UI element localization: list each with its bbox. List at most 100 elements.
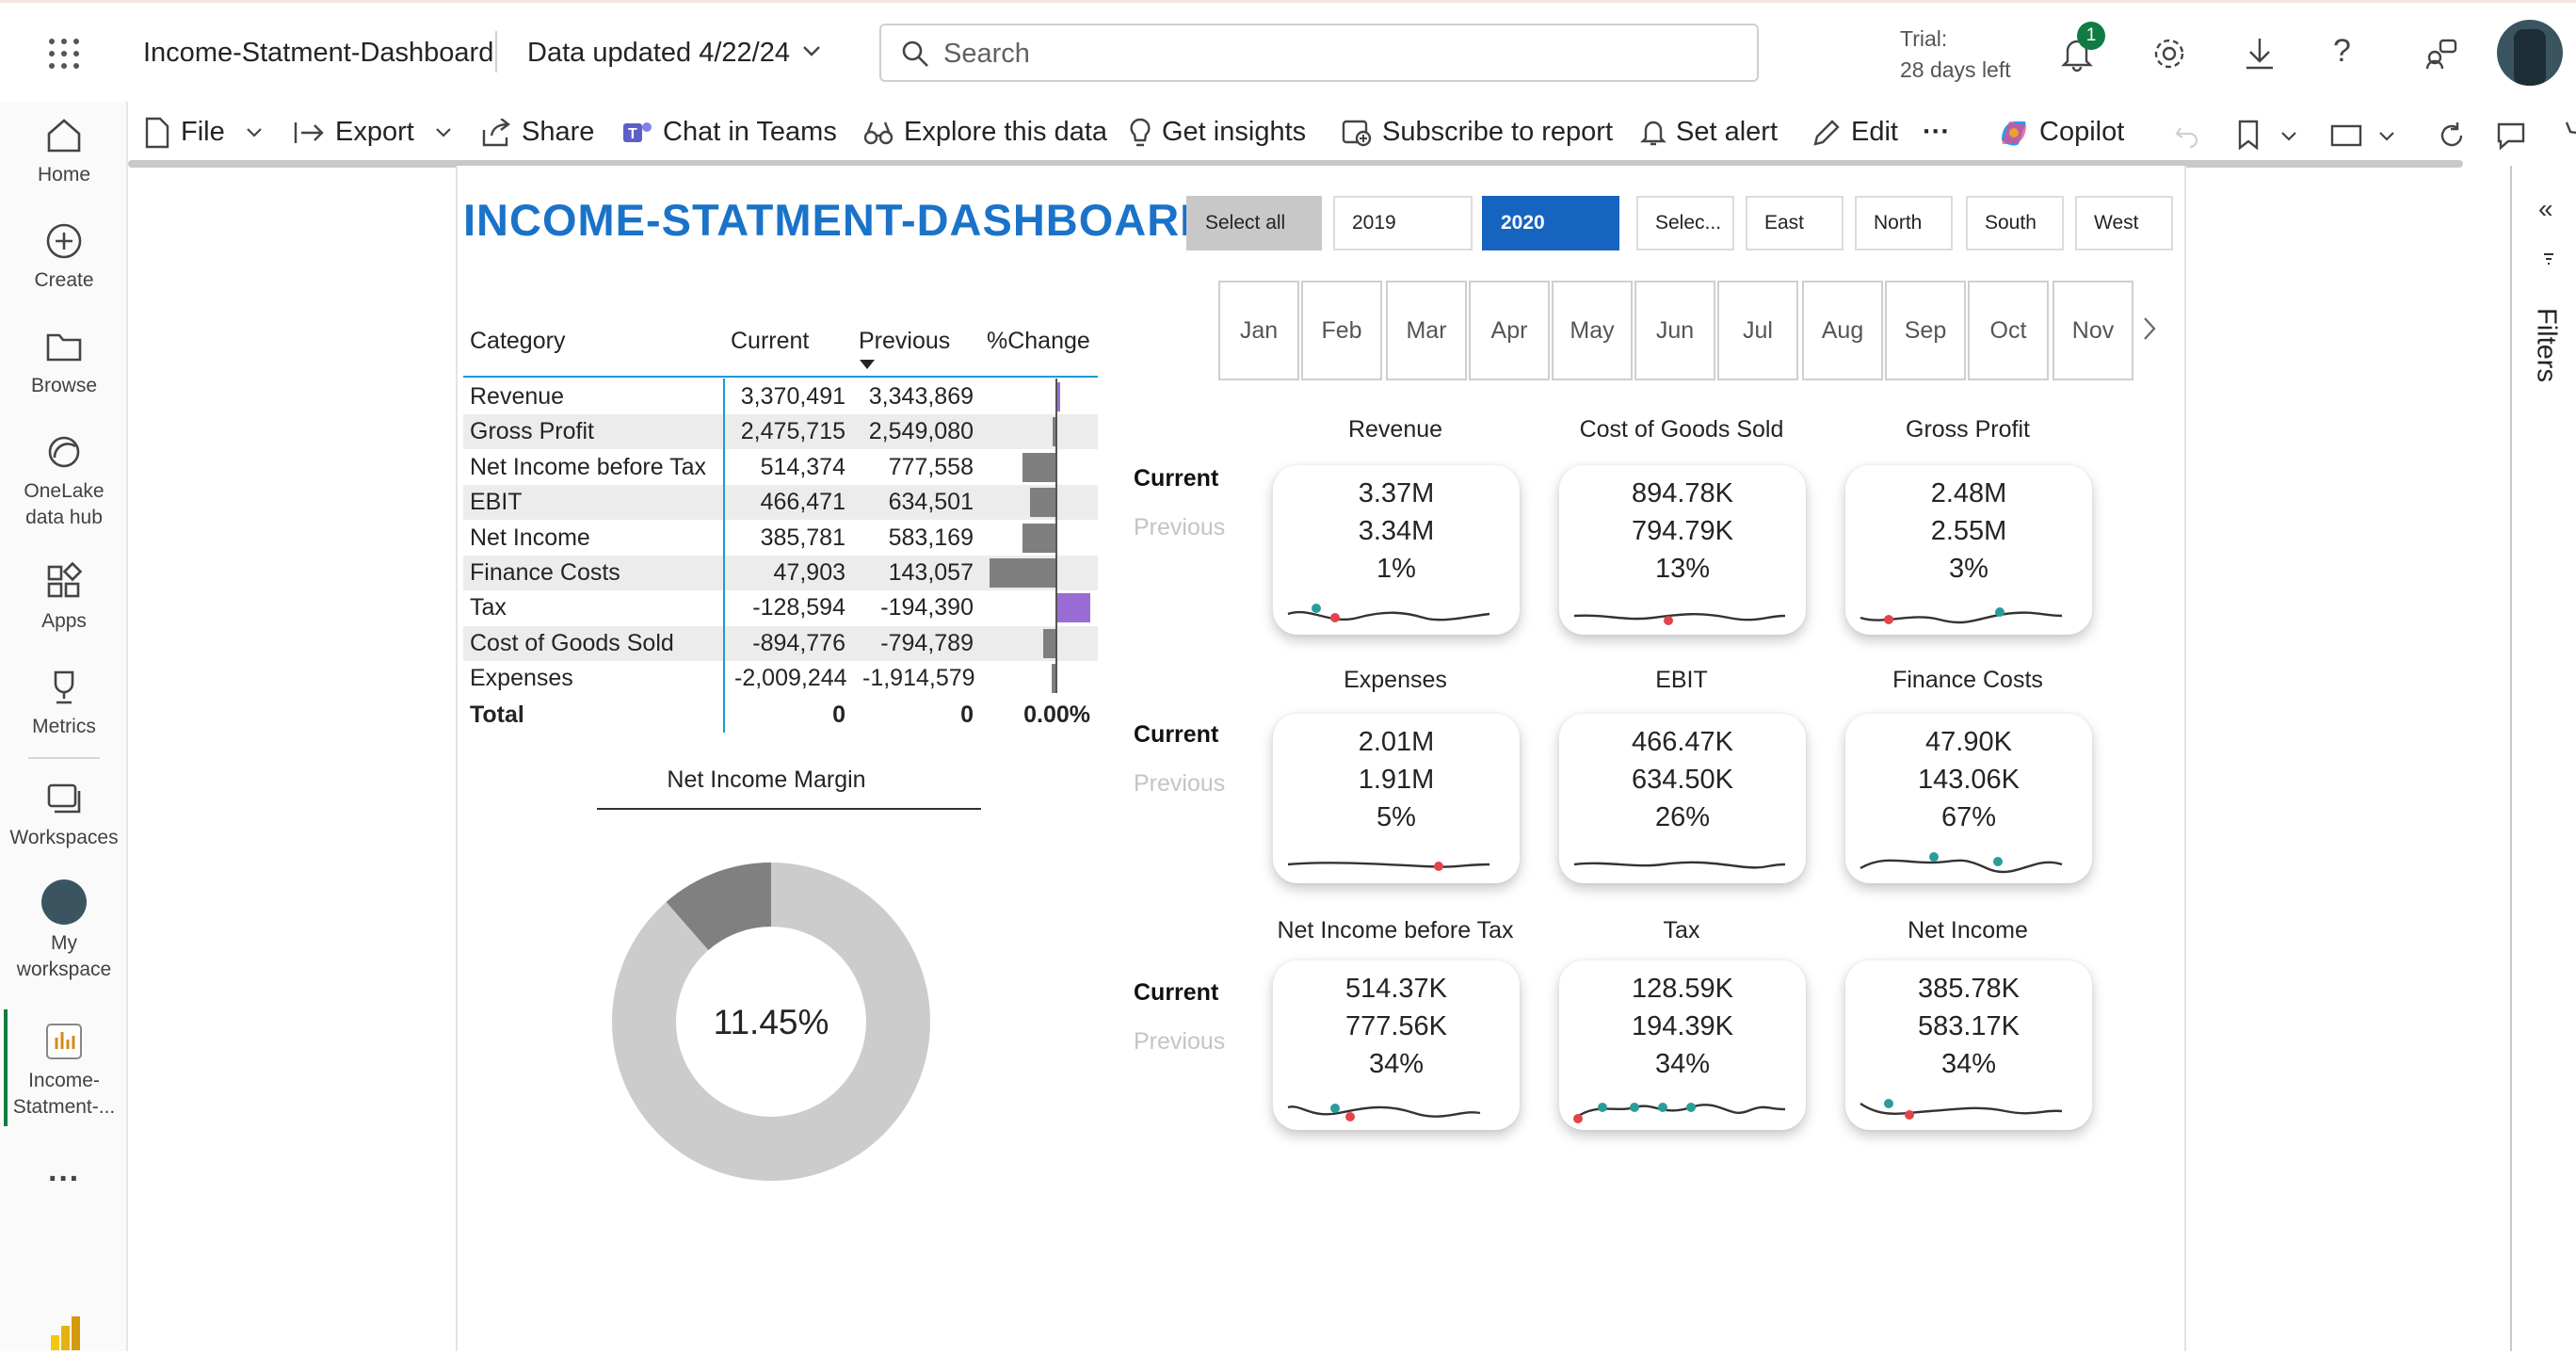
table-row[interactable]: Net Income 385,781 583,169 <box>463 521 1098 556</box>
app-launcher-icon[interactable] <box>47 37 81 75</box>
sort-desc-icon[interactable] <box>859 358 876 375</box>
month-button[interactable]: Sep <box>1885 281 1966 380</box>
slicer-north[interactable]: North <box>1855 196 1953 250</box>
month-button[interactable]: Apr <box>1469 281 1550 380</box>
table-row[interactable]: Net Income before Tax 514,374 777,558 <box>463 450 1098 485</box>
pct-change-bar <box>1030 488 1056 518</box>
feedback-icon[interactable] <box>2422 35 2459 77</box>
search-input[interactable]: Search <box>879 24 1759 82</box>
header-pct-change[interactable]: %Change <box>987 328 1090 355</box>
table-row[interactable]: EBIT 466,471 634,501 <box>463 485 1098 521</box>
kpi-card[interactable]: 2.48M 2.55M 3% <box>1845 465 2092 635</box>
kpi-card[interactable]: 466.47K 634.50K 26% <box>1559 714 1806 883</box>
chevron-down-icon[interactable] <box>2280 130 2297 147</box>
sparkline-path <box>1287 1105 1481 1118</box>
set-alert-button[interactable]: Set alert <box>1640 117 1778 148</box>
lightbulb-icon <box>1130 119 1151 147</box>
month-button[interactable]: Mar <box>1386 281 1467 380</box>
download-icon[interactable] <box>2241 35 2278 77</box>
pct-change-bar <box>1043 628 1056 658</box>
view-icon[interactable] <box>2329 122 2363 153</box>
table-row[interactable]: Tax -128,594 -194,390 <box>463 590 1098 625</box>
slicer-south[interactable]: South <box>1966 196 2064 250</box>
powerbi-logo-icon <box>47 1313 85 1355</box>
bookmark-icon[interactable] <box>2235 119 2262 155</box>
month-button[interactable]: Jan <box>1218 281 1299 380</box>
rail-current-report[interactable]: Income- Statment-... <box>0 1021 128 1121</box>
slicer-year-2019[interactable]: 2019 <box>1333 196 1473 250</box>
more-actions-button[interactable]: ··· <box>1923 117 1950 148</box>
month-button[interactable]: Oct <box>1968 281 2049 380</box>
help-icon[interactable]: ? <box>2333 33 2351 70</box>
rail-my-workspace[interactable]: My workspace <box>0 879 128 983</box>
get-insights-button[interactable]: Get insights <box>1128 117 1306 149</box>
chat-in-teams-button[interactable]: T Chat in Teams <box>621 117 837 148</box>
export-menu[interactable]: Export <box>292 117 461 148</box>
kpi-card[interactable]: 2.01M 1.91M 5% <box>1273 714 1520 883</box>
more-icon[interactable]: ··· <box>0 1163 128 1195</box>
rail-apps[interactable]: Apps <box>0 561 128 635</box>
month-button[interactable]: Jun <box>1634 281 1715 380</box>
chevron-right-icon[interactable] <box>2143 316 2156 346</box>
slicer-east[interactable]: East <box>1746 196 1843 250</box>
comment-icon[interactable] <box>2495 121 2527 155</box>
month-button[interactable]: Feb <box>1301 281 1382 380</box>
report-name[interactable]: Income-Statment-Dashboard <box>143 38 493 69</box>
sparkline-high-marker <box>1658 1103 1667 1112</box>
rail-workspaces[interactable]: Workspaces <box>0 778 128 851</box>
table-row[interactable]: Expenses -2,009,244 -1,914,579 <box>463 661 1098 696</box>
rail-onelake[interactable]: OneLake data hub <box>0 431 128 531</box>
star-icon[interactable] <box>2553 119 2576 155</box>
donut-chart: 11.45% <box>612 863 930 1181</box>
month-button[interactable]: May <box>1552 281 1633 380</box>
data-updated-label[interactable]: Data updated 4/22/24 <box>527 38 790 69</box>
header-category[interactable]: Category <box>470 328 565 355</box>
refresh-icon[interactable] <box>2437 121 2467 155</box>
rail-metrics[interactable]: Metrics <box>0 667 128 740</box>
kpi-card[interactable]: 47.90K 143.06K 67% <box>1845 714 2092 883</box>
slicer-select-all[interactable]: Select all <box>1186 196 1322 250</box>
month-button[interactable]: Nov <box>2053 281 2133 380</box>
month-button[interactable]: Jul <box>1717 281 1798 380</box>
header-previous[interactable]: Previous <box>859 328 950 355</box>
search-icon <box>902 40 928 67</box>
table-row[interactable]: Revenue 3,370,491 3,343,869 <box>463 379 1098 414</box>
chevron-down-icon[interactable] <box>802 44 821 62</box>
share-button[interactable]: Share <box>480 117 594 148</box>
rail-browse[interactable]: Browse <box>0 326 128 399</box>
edit-button[interactable]: Edit <box>1811 117 1898 148</box>
gear-icon[interactable] <box>2150 35 2188 77</box>
filters-pane[interactable]: « Filters <box>2510 166 2576 1351</box>
table-row[interactable]: Finance Costs 47,903 143,057 <box>463 556 1098 590</box>
month-button[interactable]: Aug <box>1802 281 1883 380</box>
kpi-card[interactable]: 128.59K 194.39K 34% <box>1559 960 1806 1130</box>
total-current: 0 <box>832 702 845 728</box>
sparkline-low-marker <box>1434 862 1443 871</box>
file-menu[interactable]: File <box>143 117 272 149</box>
header-current[interactable]: Current <box>731 328 809 355</box>
kpi-card[interactable]: 385.78K 583.17K 34% <box>1845 960 2092 1130</box>
sparkline-path <box>1287 610 1490 621</box>
table-row[interactable]: Cost of Goods Sold -894,776 -794,789 <box>463 625 1098 661</box>
collapse-icon[interactable]: « <box>2538 194 2553 224</box>
slicer-year-2020[interactable]: 2020 <box>1482 196 1619 250</box>
search-placeholder: Search <box>943 39 1030 69</box>
kpi-card[interactable]: 3.37M 3.34M 1% <box>1273 465 1520 635</box>
kpi-card[interactable]: 514.37K 777.56K 34% <box>1273 960 1520 1130</box>
subscribe-icon <box>1342 121 1372 147</box>
slicer-region-select[interactable]: Selec... <box>1636 196 1734 250</box>
subscribe-button[interactable]: Subscribe to report <box>1341 117 1613 148</box>
table-row[interactable]: Gross Profit 2,475,715 2,549,080 <box>463 414 1098 450</box>
explore-data-button[interactable]: Explore this data <box>862 117 1107 148</box>
copilot-button[interactable]: Copilot <box>1998 117 2124 148</box>
cell-previous: 3,343,869 <box>868 383 974 410</box>
slicer-west[interactable]: West <box>2075 196 2173 250</box>
chevron-down-icon[interactable] <box>2378 130 2395 147</box>
chevron-down-icon <box>436 128 451 137</box>
trophy-icon <box>54 670 74 704</box>
undo-icon[interactable] <box>2173 122 2201 153</box>
avatar[interactable] <box>2497 20 2563 86</box>
rail-home[interactable]: Home <box>0 115 128 188</box>
kpi-card[interactable]: 894.78K 794.79K 13% <box>1559 465 1806 635</box>
rail-create[interactable]: Create <box>0 220 128 294</box>
